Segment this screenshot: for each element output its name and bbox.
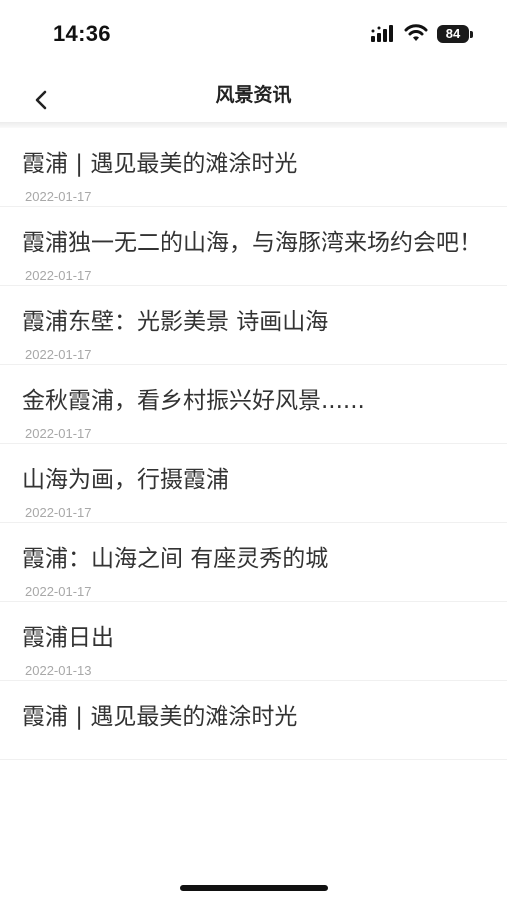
news-date: 2022-01-17 — [25, 584, 92, 599]
news-title: 霞浦独一无二的山海，与海豚湾来场约会吧！ — [22, 230, 482, 256]
news-item[interactable]: 霞浦日出 2022-01-13 — [0, 602, 507, 681]
news-title: 霞浦：山海之间 有座灵秀的城 — [22, 546, 329, 572]
wifi-icon — [404, 24, 428, 41]
news-date: 2022-01-17 — [25, 347, 92, 362]
news-title: 霞浦东壁：光影美景 诗画山海 — [22, 309, 329, 335]
news-date: 2022-01-17 — [25, 268, 92, 283]
news-item[interactable]: 霞浦 | 遇见最美的滩涂时光 2022-01-17 — [0, 128, 507, 207]
news-item[interactable]: 霞浦：山海之间 有座灵秀的城 2022-01-17 — [0, 523, 507, 602]
news-item[interactable]: 霞浦 | 遇见最美的滩涂时光 — [0, 681, 507, 760]
news-title: 山海为画，行摄霞浦 — [22, 467, 229, 493]
news-title: 霞浦 | 遇见最美的滩涂时光 — [22, 704, 298, 730]
battery-tip — [470, 31, 473, 38]
news-list[interactable]: 霞浦 | 遇见最美的滩涂时光 2022-01-17 霞浦独一无二的山海，与海豚湾… — [0, 128, 507, 854]
home-indicator[interactable] — [180, 885, 328, 891]
news-item[interactable]: 霞浦独一无二的山海，与海豚湾来场约会吧！ 2022-01-17 — [0, 207, 507, 286]
cellular-signal-icon — [371, 25, 393, 42]
news-date — [22, 742, 487, 759]
news-date: 2022-01-17 — [25, 505, 92, 520]
news-title: 金秋霞浦，看乡村振兴好风景...... — [22, 388, 365, 414]
news-item[interactable]: 山海为画，行摄霞浦 2022-01-17 — [0, 444, 507, 523]
news-date: 2022-01-17 — [25, 426, 92, 441]
news-item[interactable]: 金秋霞浦，看乡村振兴好风景...... 2022-01-17 — [0, 365, 507, 444]
news-item[interactable]: 霞浦东壁：光影美景 诗画山海 2022-01-17 — [0, 286, 507, 365]
battery-indicator: 84 — [437, 25, 469, 43]
news-title: 霞浦 | 遇见最美的滩涂时光 — [22, 151, 298, 177]
news-title: 霞浦日出 — [22, 625, 114, 651]
nav-bar: 风景资讯 — [0, 68, 507, 122]
page-title: 风景资讯 — [215, 84, 292, 106]
status-time: 14:36 — [53, 21, 111, 46]
status-bar: 14:36 84 — [0, 0, 507, 68]
news-date: 2022-01-17 — [25, 189, 92, 204]
news-date: 2022-01-13 — [25, 663, 92, 678]
